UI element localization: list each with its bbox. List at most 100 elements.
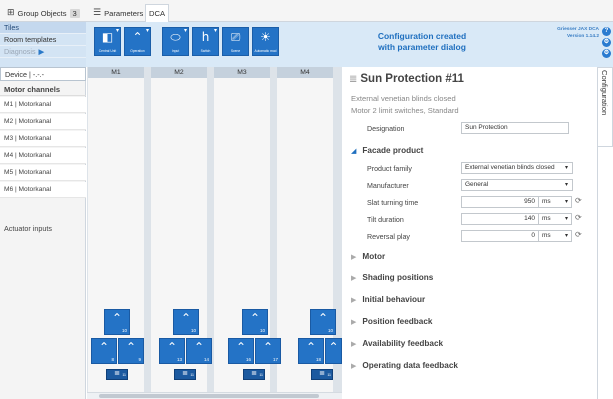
device-select[interactable]: Device | -.-.- (0, 67, 86, 81)
automatic-mode-label: Automatic mod (254, 49, 277, 53)
section-label: Shading positions (362, 273, 434, 282)
group-objects-count-badge: 3 (69, 8, 80, 18)
switch-button[interactable]: h ▾ Switch (192, 27, 219, 56)
operation-tile[interactable]: ⌃ (325, 338, 342, 364)
tile-number: 14 (203, 357, 209, 362)
input-button[interactable]: ⬭ ▾ Input (162, 27, 189, 56)
operation-tile[interactable]: ⌃ 9 (118, 338, 144, 364)
settings-icon[interactable]: ⚙ (602, 38, 611, 47)
tile-number: 10 (121, 328, 127, 333)
tab-group-objects-label: Group Objects (17, 8, 67, 18)
blind-icon: ≣ (114, 370, 120, 377)
operation-tile[interactable]: ⌃ 18 (298, 338, 324, 364)
designation-label: Designation (367, 125, 405, 133)
tilt-unit-select[interactable]: ms (539, 213, 572, 225)
version-info: Griesser JAX DCA Version 1.14.2 (557, 26, 599, 40)
chevron-up-icon: ⌃ (262, 340, 274, 354)
nav-room-templates[interactable]: Room templates (0, 34, 86, 46)
section-facade-product[interactable]: ◢ Facade product (351, 146, 423, 155)
nav-diagnosis[interactable]: Diagnosis ▶ (0, 46, 86, 58)
section-position-feedback[interactable]: ▶ Position feedback (351, 317, 432, 326)
scrollbar-thumb[interactable] (99, 394, 319, 398)
operation-tile[interactable]: ⌃ 17 (255, 338, 281, 364)
manufacturer-select[interactable]: General (461, 179, 573, 191)
operation-tile[interactable]: ⌃ 10 (310, 309, 336, 335)
tab-dca[interactable]: DCA (145, 4, 170, 22)
tilt-duration-input[interactable]: 140 (461, 213, 539, 225)
section-label: Position feedback (362, 317, 433, 326)
automatic-mode-button[interactable]: ☀ Automatic mod (252, 27, 279, 56)
section-initial-behaviour[interactable]: ▶ Initial behaviour (351, 295, 425, 304)
help-icon[interactable]: ? (602, 27, 611, 36)
chevron-up-icon: ⌃ (328, 340, 339, 354)
version-number: Version 1.14.2 (567, 34, 599, 39)
section-motor[interactable]: ▶ Motor (351, 252, 385, 261)
channel-item[interactable]: M5 | Motorkanal (0, 165, 86, 181)
configuration-status: Configuration created with parameter dia… (342, 31, 502, 53)
section-shading-positions[interactable]: ▶ Shading positions (351, 273, 433, 282)
refresh-icon[interactable]: ⟳ (575, 230, 582, 239)
column-header: M1 (88, 67, 144, 78)
horizontal-scrollbar[interactable] (87, 392, 342, 399)
operation-tile[interactable]: ⌃ 13 (159, 338, 185, 364)
automatic-mode-icon: ☀ (260, 30, 271, 44)
operation-tile[interactable]: ⌃ 10 (242, 309, 268, 335)
chevron-up-icon: ⌃ (125, 340, 137, 354)
refresh-icon[interactable]: ⟳ (575, 196, 582, 205)
sun-protection-tile[interactable]: ≣ 11 (106, 369, 128, 380)
operation-tile[interactable]: ⌃ 10 (104, 309, 130, 335)
panel-title-text: Sun Protection #11 (360, 73, 464, 85)
dropdown-arrow-icon: ▾ (183, 28, 187, 34)
slat-turning-time-input[interactable]: 950 (461, 196, 539, 208)
configuration-side-tab[interactable]: Configuration (598, 67, 613, 147)
gear-icon[interactable]: ⚙ (602, 49, 611, 58)
tile-number: 16 (245, 357, 251, 362)
scene-button[interactable]: ⎚ Scene (222, 27, 249, 56)
switch-label: Switch (200, 49, 211, 53)
refresh-icon[interactable]: ⟳ (575, 213, 582, 222)
channel-item[interactable]: M6 | Motorkanal (0, 182, 86, 198)
section-label: Motor (362, 252, 386, 261)
tile-number: 11 (327, 373, 331, 377)
channel-item[interactable]: M2 | Motorkanal (0, 114, 86, 130)
collapsed-icon: ▶ (351, 340, 357, 348)
chevron-up-icon: ⌃ (305, 340, 317, 354)
tab-parameters[interactable]: ☰ Parameters (90, 4, 146, 22)
central-unit-button[interactable]: ◧ ▾ Central Unit (94, 27, 121, 56)
sun-protection-tile[interactable]: ≣ 11 (243, 369, 265, 380)
channel-tree: Device | -.-.- Motor channels M1 | Motor… (0, 67, 86, 399)
motor-channels-heading[interactable]: Motor channels (0, 83, 86, 96)
slat-unit-select[interactable]: ms (539, 196, 572, 208)
tile-number: 9 (138, 357, 141, 362)
reversal-play-input[interactable]: 0 (461, 230, 539, 242)
chevron-up-icon: ⌃ (317, 311, 329, 325)
tab-parameters-label: Parameters (104, 8, 144, 18)
section-availability-feedback[interactable]: ▶ Availability feedback (351, 339, 443, 348)
play-icon: ▶ (38, 49, 44, 56)
sun-protection-tile[interactable]: ≣ 11 (174, 369, 196, 380)
operation-tile[interactable]: ⌃ 10 (173, 309, 199, 335)
operation-tile[interactable]: ⌃ 16 (228, 338, 254, 364)
collapsed-icon: ▶ (351, 318, 357, 326)
central-unit-label: Central Unit (98, 49, 117, 53)
channel-item[interactable]: M3 | Motorkanal (0, 131, 86, 147)
configuration-status-line2: with parameter dialog (378, 42, 466, 52)
channel-item[interactable]: M1 | Motorkanal (0, 97, 86, 113)
section-operating-data-feedback[interactable]: ▶ Operating data feedback (351, 361, 458, 370)
nav-tiles[interactable]: Tiles (0, 22, 86, 34)
designation-input[interactable]: Sun Protection (461, 122, 569, 134)
operation-tile[interactable]: ⌃ 14 (186, 338, 212, 364)
operation-button[interactable]: ⌃ ▾ Operation (124, 27, 151, 56)
section-label: Availability feedback (362, 339, 444, 348)
tile-number: 11 (190, 373, 194, 377)
blind-icon: ≣ (319, 370, 325, 377)
app-window: { "tabs":[ {"icon":"group-objects-icon",… (0, 0, 613, 399)
channel-item[interactable]: M4 | Motorkanal (0, 148, 86, 164)
actuator-inputs-heading[interactable]: Actuator inputs (4, 224, 52, 233)
sun-protection-tile[interactable]: ≣ 11 (311, 369, 333, 380)
tab-group-objects[interactable]: ⊞ Group Objects 3 (4, 4, 83, 22)
product-family-select[interactable]: External venetian blinds closed (461, 162, 573, 174)
product-family-label: Product family (367, 165, 412, 173)
operation-tile[interactable]: ⌃ 8 (91, 338, 117, 364)
reversal-unit-select[interactable]: ms (539, 230, 572, 242)
